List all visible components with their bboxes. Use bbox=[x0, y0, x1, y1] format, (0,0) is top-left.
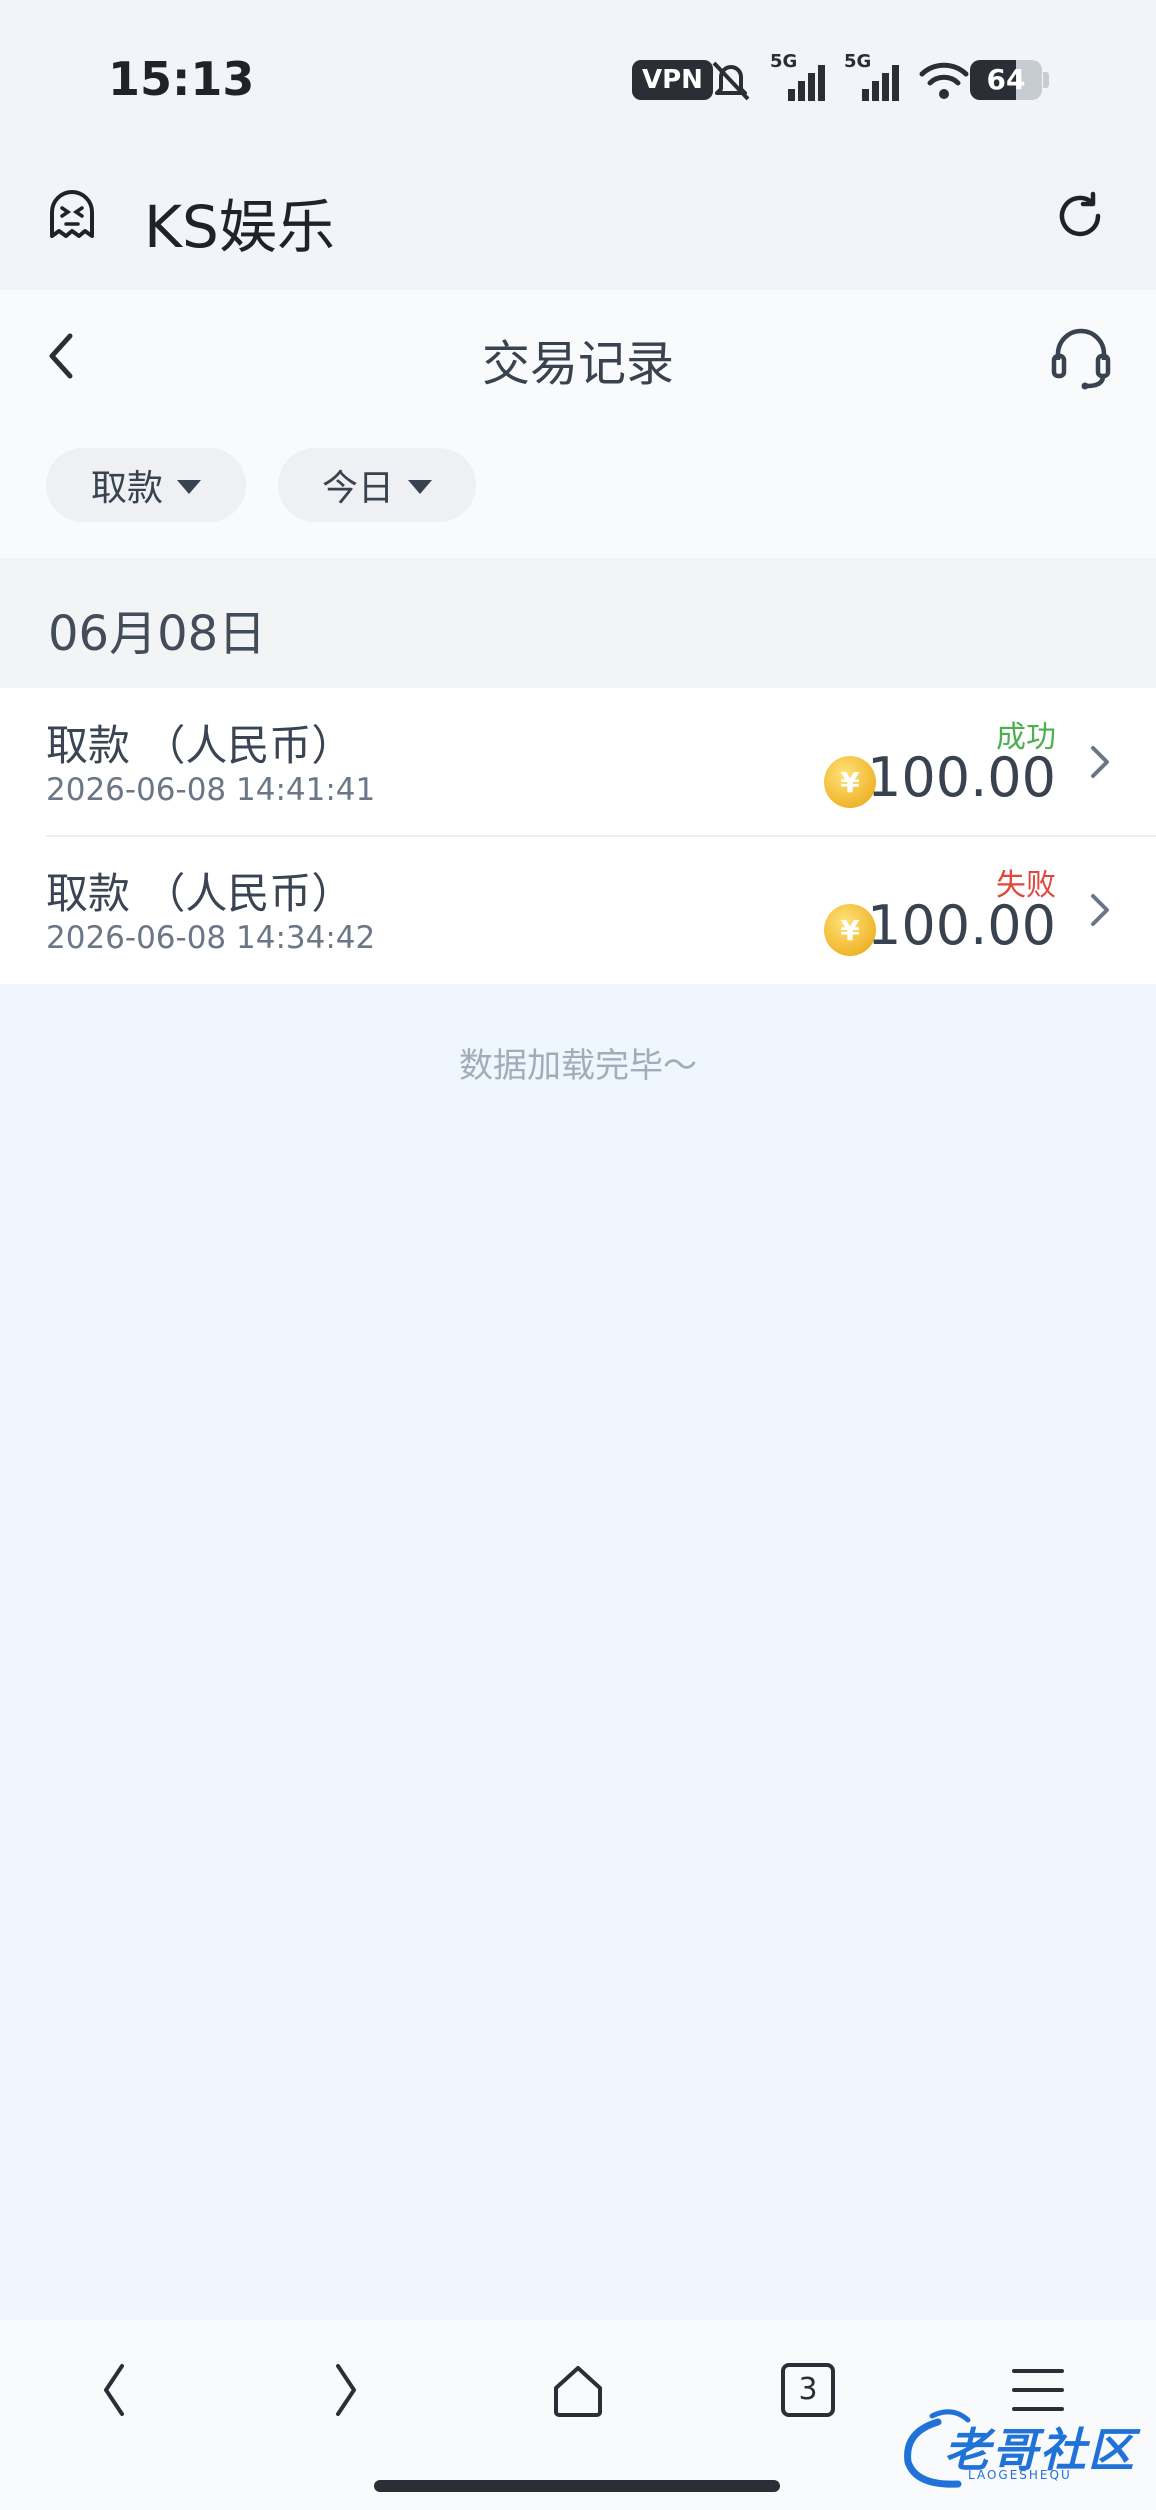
chevron-right-icon bbox=[1091, 894, 1109, 926]
caret-down-icon bbox=[177, 480, 201, 494]
transaction-title: 取款 （人民币） bbox=[46, 869, 354, 918]
signal-icon: 5G bbox=[844, 51, 904, 105]
forward-icon[interactable] bbox=[306, 2358, 386, 2422]
ghost-logo-icon bbox=[50, 190, 94, 238]
app-title: KS娱乐 bbox=[144, 193, 335, 261]
page-title: 交易记录 bbox=[481, 336, 674, 392]
date-filter-label: 今日 bbox=[321, 468, 394, 509]
home-indicator bbox=[374, 2480, 780, 2492]
battery-cap bbox=[1043, 72, 1049, 88]
date-group-label: 06月08日 bbox=[48, 606, 267, 662]
wifi-icon bbox=[919, 62, 969, 99]
transaction-title: 取款 （人民币） bbox=[46, 721, 354, 770]
status-time: 15:13 bbox=[108, 52, 255, 106]
headset-icon[interactable] bbox=[1050, 324, 1112, 390]
tab-count: 3 bbox=[781, 2363, 835, 2417]
type-filter-dropdown[interactable]: 取款 bbox=[46, 448, 246, 522]
list-end-message: 数据加载完毕～ bbox=[459, 1046, 697, 1086]
caret-down-icon bbox=[408, 480, 432, 494]
watermark-subtext: LAOGESHEQU bbox=[968, 2468, 1072, 2482]
status-icons: 5G 5G bbox=[706, 51, 970, 108]
back-icon[interactable] bbox=[74, 2358, 154, 2422]
transaction-datetime: 2026-06-08 14:34:42 bbox=[46, 920, 376, 956]
battery-icon: 64 bbox=[970, 60, 1042, 100]
chevron-right-icon bbox=[1091, 746, 1109, 778]
date-filter-dropdown[interactable]: 今日 bbox=[278, 448, 476, 522]
home-icon[interactable] bbox=[538, 2358, 618, 2422]
refresh-icon[interactable] bbox=[1052, 188, 1108, 244]
vpn-badge: VPN bbox=[632, 60, 713, 100]
mute-icon bbox=[712, 61, 750, 101]
transaction-amount: 100.00 bbox=[867, 894, 1056, 957]
type-filter-label: 取款 bbox=[90, 468, 163, 509]
transaction-amount: 100.00 bbox=[867, 746, 1056, 809]
battery-level: 64 bbox=[986, 63, 1026, 96]
tabs-icon[interactable]: 3 bbox=[768, 2358, 848, 2422]
signal-icon: 5G bbox=[770, 51, 830, 105]
transaction-datetime: 2026-06-08 14:41:41 bbox=[46, 772, 376, 808]
